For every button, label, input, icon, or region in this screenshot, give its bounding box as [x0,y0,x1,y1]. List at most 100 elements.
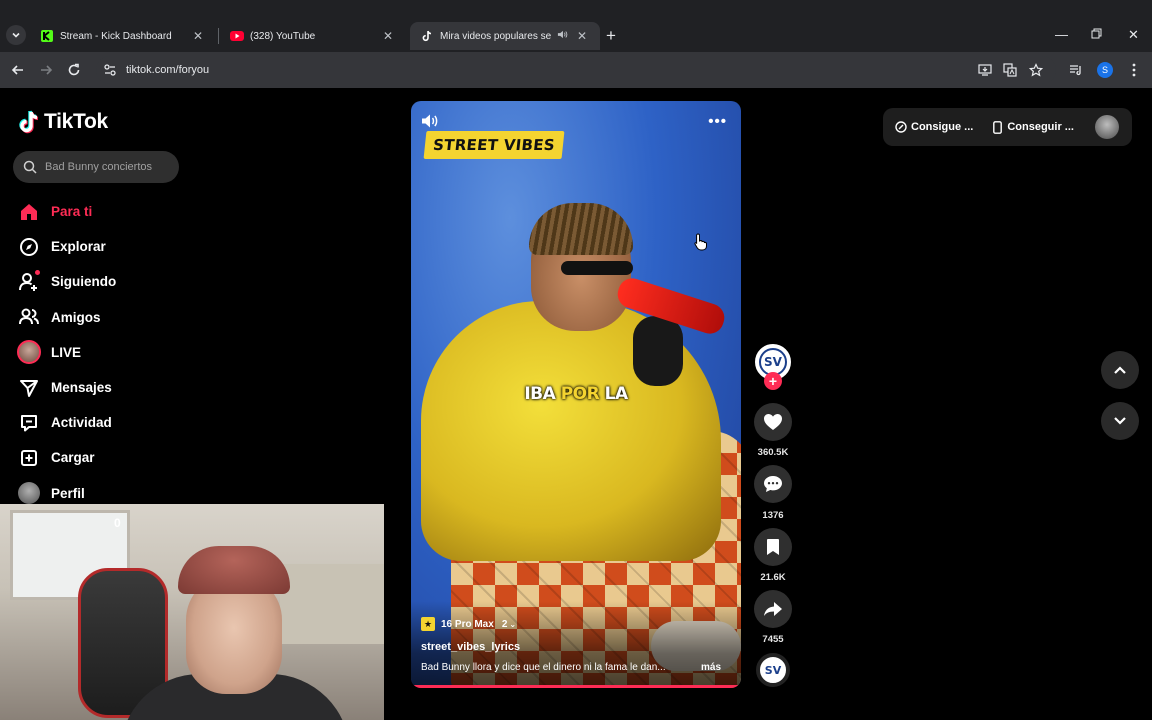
back-icon[interactable] [8,60,28,80]
chevron-down-icon [1114,417,1126,425]
sidebar-item-label: Siguiendo [51,274,117,290]
logo-text: TikTok [44,110,108,133]
tag-label: 16 Pro Max [441,618,494,630]
live-avatar-icon [16,339,42,365]
close-tab-icon[interactable]: ✕ [574,29,590,43]
caption-word-highlight: POR [560,384,600,404]
sidebar-item-live[interactable]: LIVE [16,335,116,370]
tab-search-dropdown[interactable] [6,25,26,45]
tiktok-logo[interactable]: TikTok [18,110,108,134]
save-button[interactable] [754,528,792,566]
get-coins-button[interactable]: Consigue ... [895,121,973,133]
tab-title: Stream - Kick Dashboard [60,30,172,42]
sidebar-item-actividad[interactable]: Actividad [16,405,116,440]
music-disc[interactable]: SV [756,653,790,687]
get-app-label: Conseguir ... [1007,121,1074,133]
browser-tabbar: Stream - Kick Dashboard ✕ (328) YouTube … [0,0,1152,52]
chevron-up-icon [1114,366,1126,374]
comment-icon [764,476,782,492]
sidebar-item-amigos[interactable]: Amigos [16,300,116,335]
forward-icon[interactable] [36,60,56,80]
browser-menu-icon[interactable] [1124,60,1144,80]
sidebar-item-siguiendo[interactable]: Siguiendo [16,264,116,299]
follow-button[interactable]: + [764,372,782,390]
description-text: Bad Bunny llora y dice que el dinero ni … [421,662,666,673]
profile-button[interactable]: S [1095,60,1115,80]
reload-icon[interactable] [64,60,84,80]
compass-icon [16,234,42,260]
sidebar-item-label: Perfil [51,485,85,501]
video-art-glasses [561,261,633,275]
address-bar[interactable]: tiktok.com/foryou [96,56,1056,84]
browser-navbar: tiktok.com/foryou S [0,52,1152,88]
caption-word: IBA [524,384,556,404]
restore-icon[interactable] [1091,27,1102,42]
sidebar-item-para-ti[interactable]: Para ti [16,194,116,229]
video-progress-bar[interactable] [411,685,741,688]
like-button[interactable] [754,403,792,441]
chevron-down-icon [12,32,20,38]
media-controls-icon[interactable] [1066,60,1086,80]
bookmark-star-icon[interactable] [1026,60,1046,80]
speaker-icon[interactable] [557,29,568,43]
video-progress-fill [411,685,741,688]
mouse-pointer-icon [694,233,708,256]
sidebar-item-cargar[interactable]: Cargar [16,440,116,475]
webcam-shelf-bg [280,564,384,644]
phone-icon [993,120,1003,134]
close-tab-icon[interactable]: ✕ [380,29,396,43]
caption-word: LA [604,384,629,404]
user-avatar[interactable] [1095,115,1119,139]
previous-video-button[interactable] [1101,351,1139,389]
star-icon: ★ [421,617,435,631]
video-player[interactable]: ••• STREET VIBES IBA POR LA ★ 16 Pro Max… [411,101,741,688]
more-link[interactable]: más [701,662,721,673]
translate-icon[interactable] [1000,60,1020,80]
minimize-icon[interactable]: — [1055,27,1068,42]
url-text: tiktok.com/foryou [126,64,210,76]
tiktok-icon [420,29,434,43]
save-count: 21.6K [760,572,786,583]
tab-tiktok[interactable]: Mira videos populares selec ✕ [410,22,600,50]
heart-icon [764,414,782,430]
share-button[interactable] [754,590,792,628]
next-video-button[interactable] [1101,402,1139,440]
video-tag[interactable]: ★ 16 Pro Max 2 ⌄ [421,617,516,631]
search-input[interactable] [45,161,175,173]
coin-icon [895,121,907,133]
video-description: Bad Bunny llora y dice que el dinero ni … [421,662,731,673]
friends-icon [16,304,42,330]
sidebar-item-label: Cargar [51,450,95,466]
comment-button[interactable] [754,465,792,503]
sidebar-item-explorar[interactable]: Explorar [16,229,116,264]
bookmark-icon [767,539,779,555]
search-icon [23,160,37,174]
like-count: 360.5K [757,447,789,458]
tab-divider [218,28,219,44]
new-tab-button[interactable]: + [606,26,616,46]
get-app-button[interactable]: Conseguir ... [993,120,1074,134]
sidebar-item-label: Amigos [51,309,101,325]
close-tab-icon[interactable]: ✕ [190,29,206,43]
search-box[interactable] [13,151,179,183]
more-options-icon[interactable]: ••• [708,113,727,130]
tab-youtube[interactable]: (328) YouTube ✕ [220,22,406,50]
video-art-hair [529,203,633,255]
kick-icon [40,29,54,43]
video-badge: STREET VIBES [423,131,565,159]
sidebar-menu: Para ti Explorar Siguiendo Amigos LIVE M… [16,194,116,511]
comment-count: 1376 [762,510,784,521]
close-window-icon[interactable]: ✕ [1128,27,1139,43]
video-art-glove [633,316,683,386]
share-icon [764,602,782,616]
profile-avatar-icon [16,480,42,506]
install-app-icon[interactable] [975,60,995,80]
site-settings-icon[interactable] [103,63,117,82]
tab-kick[interactable]: Stream - Kick Dashboard ✕ [30,22,216,50]
following-icon [16,269,42,295]
sidebar-item-label: Mensajes [51,380,112,396]
video-username[interactable]: street_vibes_lyrics [421,641,520,653]
notification-dot [35,269,40,275]
share-count: 7455 [762,634,784,645]
sidebar-item-mensajes[interactable]: Mensajes [16,370,116,405]
